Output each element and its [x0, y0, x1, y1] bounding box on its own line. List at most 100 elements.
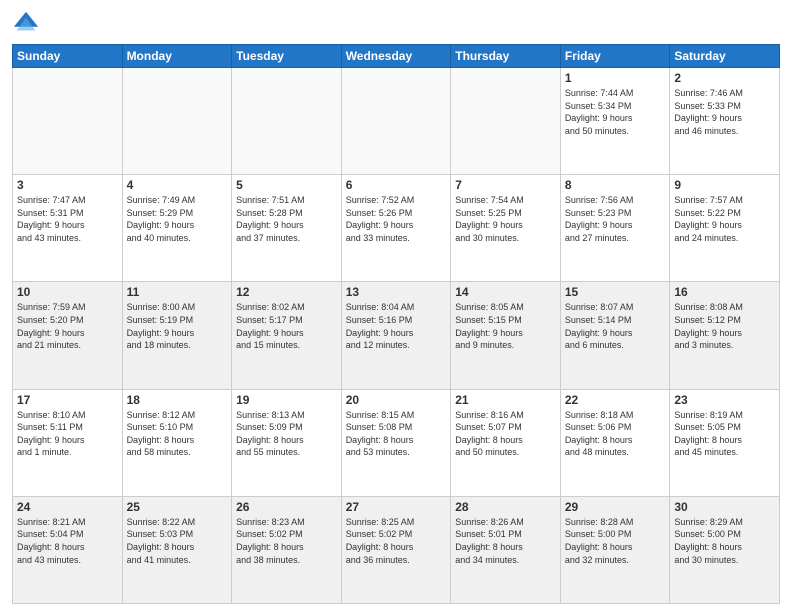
day-info: Sunrise: 8:04 AM Sunset: 5:16 PM Dayligh… — [346, 301, 447, 351]
week-row-0: 1 Sunrise: 7:44 AM Sunset: 5:34 PM Daylig… — [13, 68, 780, 175]
page: SundayMondayTuesdayWednesdayThursdayFrid… — [0, 0, 792, 612]
day-number: 29 — [565, 500, 666, 514]
day-cell: 23Sunrise: 8:19 AM Sunset: 5:05 PM Dayli… — [670, 389, 780, 496]
day-number: 26 — [236, 500, 337, 514]
day-cell: 21 Sunrise: 8:16 AM Sunset: 5:07 PM Dayli… — [451, 389, 561, 496]
week-row-4: 24Sunrise: 8:21 AM Sunset: 5:04 PM Dayli… — [13, 496, 780, 603]
day-number: 30 — [674, 500, 775, 514]
day-info: Sunrise: 7:47 AM Sunset: 5:31 PM Dayligh… — [17, 194, 118, 244]
calendar: SundayMondayTuesdayWednesdayThursdayFrid… — [12, 44, 780, 604]
day-cell: 12 Sunrise: 8:02 AM Sunset: 5:17 PM Dayli… — [232, 282, 342, 389]
day-cell: 4 Sunrise: 7:49 AM Sunset: 5:29 PM Daylig… — [122, 175, 232, 282]
day-number: 13 — [346, 285, 447, 299]
day-cell: 18 Sunrise: 8:12 AM Sunset: 5:10 PM Dayli… — [122, 389, 232, 496]
day-number: 21 — [455, 393, 556, 407]
day-cell: 17 Sunrise: 8:10 AM Sunset: 5:11 PM Dayli… — [13, 389, 123, 496]
day-number: 1 — [565, 71, 666, 85]
col-header-sunday: Sunday — [13, 45, 123, 68]
day-cell: 26Sunrise: 8:23 AM Sunset: 5:02 PM Dayli… — [232, 496, 342, 603]
day-number: 9 — [674, 178, 775, 192]
day-info: Sunrise: 8:02 AM Sunset: 5:17 PM Dayligh… — [236, 301, 337, 351]
day-cell: 28 Sunrise: 8:26 AM Sunset: 5:01 PM Dayli… — [451, 496, 561, 603]
day-number: 19 — [236, 393, 337, 407]
day-number: 22 — [565, 393, 666, 407]
day-number: 8 — [565, 178, 666, 192]
day-number: 27 — [346, 500, 447, 514]
day-cell: 15 Sunrise: 8:07 AM Sunset: 5:14 PM Dayli… — [560, 282, 670, 389]
day-info: Sunrise: 7:51 AM Sunset: 5:28 PM Dayligh… — [236, 194, 337, 244]
week-row-1: 3Sunrise: 7:47 AM Sunset: 5:31 PM Daylig… — [13, 175, 780, 282]
header — [12, 10, 780, 38]
day-cell: 22 Sunrise: 8:18 AM Sunset: 5:06 PM Dayli… — [560, 389, 670, 496]
day-cell: 3Sunrise: 7:47 AM Sunset: 5:31 PM Daylig… — [13, 175, 123, 282]
day-info: Sunrise: 7:46 AM Sunset: 5:33 PM Dayligh… — [674, 87, 775, 137]
day-info: Sunrise: 8:10 AM Sunset: 5:11 PM Dayligh… — [17, 409, 118, 459]
day-cell — [122, 68, 232, 175]
day-cell: 6 Sunrise: 7:52 AM Sunset: 5:26 PM Daylig… — [341, 175, 451, 282]
col-header-friday: Friday — [560, 45, 670, 68]
day-cell: 7Sunrise: 7:54 AM Sunset: 5:25 PM Daylig… — [451, 175, 561, 282]
day-info: Sunrise: 8:21 AM Sunset: 5:04 PM Dayligh… — [17, 516, 118, 566]
day-cell — [232, 68, 342, 175]
day-info: Sunrise: 8:08 AM Sunset: 5:12 PM Dayligh… — [674, 301, 775, 351]
day-number: 6 — [346, 178, 447, 192]
day-info: Sunrise: 8:16 AM Sunset: 5:07 PM Dayligh… — [455, 409, 556, 459]
day-info: Sunrise: 7:49 AM Sunset: 5:29 PM Dayligh… — [127, 194, 228, 244]
day-info: Sunrise: 8:13 AM Sunset: 5:09 PM Dayligh… — [236, 409, 337, 459]
logo — [12, 10, 44, 38]
day-number: 2 — [674, 71, 775, 85]
day-number: 25 — [127, 500, 228, 514]
day-info: Sunrise: 7:59 AM Sunset: 5:20 PM Dayligh… — [17, 301, 118, 351]
day-cell: 29Sunrise: 8:28 AM Sunset: 5:00 PM Dayli… — [560, 496, 670, 603]
week-row-2: 10 Sunrise: 7:59 AM Sunset: 5:20 PM Dayli… — [13, 282, 780, 389]
day-cell: 30 Sunrise: 8:29 AM Sunset: 5:00 PM Dayli… — [670, 496, 780, 603]
day-cell: 2 Sunrise: 7:46 AM Sunset: 5:33 PM Daylig… — [670, 68, 780, 175]
day-cell: 25Sunrise: 8:22 AM Sunset: 5:03 PM Dayli… — [122, 496, 232, 603]
day-info: Sunrise: 8:26 AM Sunset: 5:01 PM Dayligh… — [455, 516, 556, 566]
day-info: Sunrise: 7:44 AM Sunset: 5:34 PM Dayligh… — [565, 87, 666, 137]
day-number: 16 — [674, 285, 775, 299]
week-row-3: 17 Sunrise: 8:10 AM Sunset: 5:11 PM Dayli… — [13, 389, 780, 496]
col-header-saturday: Saturday — [670, 45, 780, 68]
day-info: Sunrise: 8:29 AM Sunset: 5:00 PM Dayligh… — [674, 516, 775, 566]
day-number: 11 — [127, 285, 228, 299]
day-cell: 5Sunrise: 7:51 AM Sunset: 5:28 PM Daylig… — [232, 175, 342, 282]
col-header-tuesday: Tuesday — [232, 45, 342, 68]
day-cell: 27 Sunrise: 8:25 AM Sunset: 5:02 PM Dayli… — [341, 496, 451, 603]
day-number: 18 — [127, 393, 228, 407]
day-number: 14 — [455, 285, 556, 299]
day-cell: 1 Sunrise: 7:44 AM Sunset: 5:34 PM Daylig… — [560, 68, 670, 175]
day-info: Sunrise: 8:15 AM Sunset: 5:08 PM Dayligh… — [346, 409, 447, 459]
logo-icon — [12, 10, 40, 38]
day-info: Sunrise: 8:07 AM Sunset: 5:14 PM Dayligh… — [565, 301, 666, 351]
day-number: 4 — [127, 178, 228, 192]
day-number: 28 — [455, 500, 556, 514]
day-cell: 9Sunrise: 7:57 AM Sunset: 5:22 PM Daylig… — [670, 175, 780, 282]
day-cell: 20 Sunrise: 8:15 AM Sunset: 5:08 PM Dayli… — [341, 389, 451, 496]
day-info: Sunrise: 8:00 AM Sunset: 5:19 PM Dayligh… — [127, 301, 228, 351]
day-info: Sunrise: 8:12 AM Sunset: 5:10 PM Dayligh… — [127, 409, 228, 459]
day-cell: 13 Sunrise: 8:04 AM Sunset: 5:16 PM Dayli… — [341, 282, 451, 389]
day-number: 17 — [17, 393, 118, 407]
day-info: Sunrise: 7:52 AM Sunset: 5:26 PM Dayligh… — [346, 194, 447, 244]
col-header-monday: Monday — [122, 45, 232, 68]
day-info: Sunrise: 8:25 AM Sunset: 5:02 PM Dayligh… — [346, 516, 447, 566]
day-number: 23 — [674, 393, 775, 407]
day-cell: 16 Sunrise: 8:08 AM Sunset: 5:12 PM Dayli… — [670, 282, 780, 389]
day-number: 10 — [17, 285, 118, 299]
day-number: 15 — [565, 285, 666, 299]
col-header-wednesday: Wednesday — [341, 45, 451, 68]
day-cell: 8 Sunrise: 7:56 AM Sunset: 5:23 PM Daylig… — [560, 175, 670, 282]
day-info: Sunrise: 7:56 AM Sunset: 5:23 PM Dayligh… — [565, 194, 666, 244]
day-cell — [13, 68, 123, 175]
day-info: Sunrise: 8:18 AM Sunset: 5:06 PM Dayligh… — [565, 409, 666, 459]
day-number: 12 — [236, 285, 337, 299]
day-cell: 19 Sunrise: 8:13 AM Sunset: 5:09 PM Dayli… — [232, 389, 342, 496]
day-number: 20 — [346, 393, 447, 407]
day-info: Sunrise: 7:54 AM Sunset: 5:25 PM Dayligh… — [455, 194, 556, 244]
col-header-thursday: Thursday — [451, 45, 561, 68]
day-cell — [341, 68, 451, 175]
day-cell: 24Sunrise: 8:21 AM Sunset: 5:04 PM Dayli… — [13, 496, 123, 603]
day-info: Sunrise: 8:05 AM Sunset: 5:15 PM Dayligh… — [455, 301, 556, 351]
day-cell: 14 Sunrise: 8:05 AM Sunset: 5:15 PM Dayli… — [451, 282, 561, 389]
